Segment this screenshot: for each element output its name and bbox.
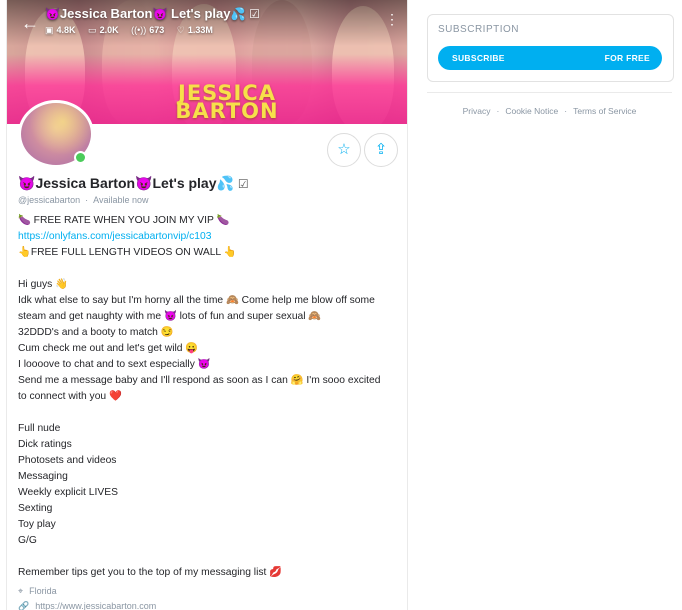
verified-icon: ☑ [237,177,249,191]
profile-location: ⌖ Florida [18,586,57,596]
bio-line: Cum check me out and let's get wild 😛 [18,343,199,354]
stream-icon: ((•)) [131,25,147,35]
bio-line: steam and get naughty with me 😈 lots of … [18,311,322,322]
image-icon: ▣ [45,25,54,35]
bio-line: 🍆 FREE RATE WHEN YOU JOIN MY VIP 🍆 [18,215,230,226]
subscribe-button[interactable]: SUBSCRIBE FOR FREE [438,46,662,70]
cookie-notice-link[interactable]: Cookie Notice [505,106,558,116]
bio-line: 32DDD's and a booty to match 😏 [18,327,174,338]
bio-line: Sexting [18,503,53,514]
profile-bio: 🍆 FREE RATE WHEN YOU JOIN MY VIP 🍆 https:… [18,213,398,581]
favorite-button[interactable]: ☆ [327,133,361,167]
profile-website[interactable]: 🔗 https://www.jessicabarton.com [18,601,156,610]
bio-line: Dick ratings [18,439,72,450]
terms-of-service-link[interactable]: Terms of Service [573,106,636,116]
share-icon: ⇪ [374,141,388,158]
verified-icon: ☑ [249,7,260,21]
subscribe-button-label: SUBSCRIBE [452,53,505,63]
location-icon: ⌖ [18,586,24,596]
stat-photos: ▣ 4.8K [45,25,76,35]
share-button[interactable]: ⇪ [364,133,398,167]
bio-line: Toy play [18,519,56,530]
stat-streams: ((•)) 673 [131,25,165,35]
bio-spacer [18,549,398,565]
profile-handle: @jessicabarton [18,195,81,205]
bio-line: Full nude [18,423,61,434]
star-icon: ☆ [337,141,351,158]
bio-line: I loooove to chat and to sext especially… [18,359,211,370]
divider [427,92,672,93]
bio-line: Idk what else to say but I'm horny all t… [18,295,375,306]
bio-line: Weekly explicit LIVES [18,487,118,498]
stat-videos: ▭ 2.0K [88,25,119,35]
privacy-link[interactable]: Privacy [463,106,491,116]
bio-line: Remember tips get you to the top of my m… [18,567,283,578]
header-stats: ▣ 4.8K ▭ 2.0K ((•)) 673 ♡ 1.33M [45,25,223,36]
heart-icon: ♡ [176,25,185,35]
profile-name: 😈Jessica Barton😈Let's play💦 ☑ [18,175,249,191]
availability-status: Available now [93,195,149,205]
bio-link[interactable]: https://onlyfans.com/jessicabartonvip/c1… [18,229,398,245]
subscription-card: SUBSCRIPTION SUBSCRIBE FOR FREE [427,14,674,82]
online-status-dot [74,151,87,164]
bio-spacer [18,261,398,277]
bio-line: to connect with you ❤️ [18,391,122,402]
profile-column: JESSICA BARTON ← 😈Jessica Barton😈 Let's … [6,0,408,610]
bio-line: Messaging [18,471,68,482]
stat-likes: ♡ 1.33M [176,25,213,35]
bio-line: Photosets and videos [18,455,117,466]
subscribe-button-price: FOR FREE [604,53,650,63]
bio-spacer [18,405,398,421]
subscription-title: SUBSCRIPTION [438,24,520,35]
profile-handle-line: @jessicabarton · Available now [18,195,149,205]
header-title: 😈Jessica Barton😈 Let's play💦 ☑ [45,6,260,21]
more-options-icon[interactable]: ⋮ [385,12,399,26]
footer-links: Privacy · Cookie Notice · Terms of Service [462,106,637,116]
link-icon: 🔗 [18,601,30,610]
cover-brand-text: JESSICA BARTON [175,81,279,123]
bio-line: G/G [18,535,37,546]
bio-line: Send me a message baby and I'll respond … [18,375,381,386]
video-icon: ▭ [88,25,97,35]
bio-line: 👆FREE FULL LENGTH VIDEOS ON WALL 👆 [18,247,237,258]
bio-line: Hi guys 👋 [18,279,69,290]
back-arrow-icon[interactable]: ← [17,12,43,34]
